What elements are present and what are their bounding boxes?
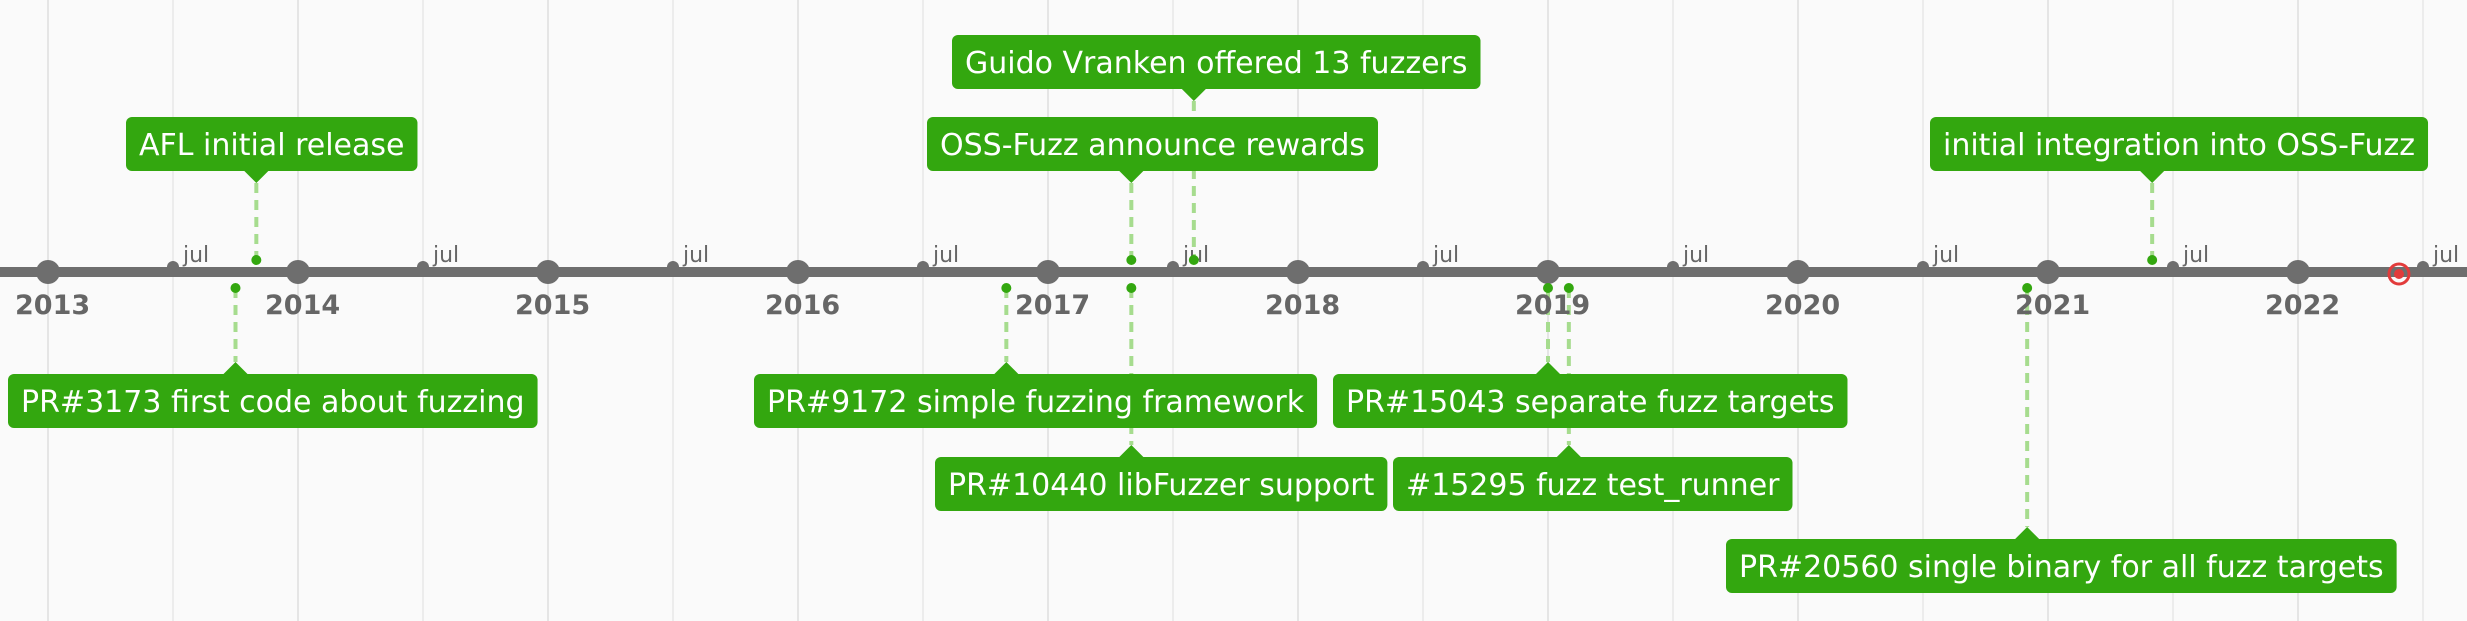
year-tick	[2286, 260, 2310, 284]
half-year-tick	[667, 261, 679, 273]
year-tick	[2036, 260, 2060, 284]
event-pointer	[244, 171, 269, 183]
event-label: OSS-Fuzz announce rewards	[940, 128, 1365, 163]
axis-ticks: 2013 jul 2014 jul 2015 jul 2016 jul 2017 jul 2018 j…	[15, 243, 2459, 321]
event-pointer	[1556, 445, 1581, 457]
event-label: AFL initial release	[139, 128, 404, 163]
year-label: 2014	[265, 290, 340, 321]
half-year-label: jul	[2182, 243, 2209, 268]
half-year-tick	[1667, 261, 1679, 273]
event-label: initial integration into OSS-Fuzz	[1943, 128, 2415, 163]
year-tick	[1786, 260, 1810, 284]
year-label: 2019	[1515, 290, 1590, 321]
half-year-label: jul	[682, 243, 709, 268]
event-label: Guido Vranken offered 13 fuzzers	[965, 46, 1468, 81]
year-tick	[1286, 260, 1310, 284]
year-tick	[1536, 260, 1560, 284]
event-label: PR#20560 single binary for all fuzz targ…	[1739, 550, 2384, 585]
half-year-tick	[917, 261, 929, 273]
event-dot	[2147, 255, 2158, 265]
event: OSS-Fuzz announce rewards	[927, 117, 1378, 265]
half-year-tick	[417, 261, 429, 273]
event: PR#20560 single binary for all fuzz targ…	[1726, 283, 2397, 593]
event-pointer	[1119, 445, 1144, 457]
event-label: PR#3173 first code about fuzzing	[21, 385, 525, 420]
event-pointer	[1119, 171, 1144, 183]
half-year-label: jul	[432, 243, 459, 268]
event-dot	[1001, 283, 1012, 293]
event-label: PR#10440 libFuzzer support	[948, 468, 1375, 503]
year-tick	[1036, 260, 1060, 284]
half-year-tick	[2417, 261, 2429, 273]
year-tick	[36, 260, 60, 284]
year-label: 2022	[2265, 290, 2340, 321]
year-tick	[786, 260, 810, 284]
year-tick	[536, 260, 560, 284]
half-year-tick	[1417, 261, 1429, 273]
event-dot	[2022, 283, 2033, 293]
year-label: 2018	[1265, 290, 1340, 321]
year-label: 2016	[765, 290, 840, 321]
half-year-label: jul	[2432, 243, 2459, 268]
event-label: PR#15043 separate fuzz targets	[1346, 385, 1834, 420]
event-dot	[1563, 283, 1574, 293]
event-pointer	[223, 362, 248, 374]
event-pointer	[2140, 171, 2165, 183]
half-year-tick	[2167, 261, 2179, 273]
half-year-label: jul	[1932, 243, 1959, 268]
year-label: 2015	[515, 290, 590, 321]
half-year-label: jul	[182, 243, 209, 268]
event-dot	[1188, 255, 1199, 265]
event-dot	[1126, 283, 1137, 293]
event-dot	[230, 283, 241, 293]
year-label: 2020	[1765, 290, 1840, 321]
event-pointer	[1181, 89, 1206, 101]
year-label: 2021	[2015, 290, 2090, 321]
year-label: 2013	[15, 290, 90, 321]
event-dot	[1126, 255, 1137, 265]
half-year-label: jul	[1432, 243, 1459, 268]
current-date-dot	[2394, 269, 2404, 279]
half-year-tick	[167, 261, 179, 273]
event: AFL initial release	[126, 117, 418, 265]
event-pointer	[1536, 362, 1560, 374]
event-dot	[1543, 283, 1553, 293]
event-label: #15295 fuzz test_runner	[1406, 468, 1780, 503]
event-pointer	[2015, 527, 2040, 539]
event: initial integration into OSS-Fuzz	[1930, 117, 2429, 265]
year-tick	[286, 260, 310, 284]
event-pointer	[994, 362, 1019, 374]
half-year-tick	[1917, 261, 1929, 273]
timeline-chart: 2013 jul 2014 jul 2015 jul 2016 jul 2017 jul 2018 j…	[0, 0, 2467, 621]
event-label: PR#9172 simple fuzzing framework	[767, 385, 1305, 420]
half-year-tick	[1167, 261, 1179, 273]
event-dot	[251, 255, 262, 265]
half-year-label: jul	[1682, 243, 1709, 268]
year-label: 2017	[1015, 290, 1090, 321]
half-year-label: jul	[932, 243, 959, 268]
